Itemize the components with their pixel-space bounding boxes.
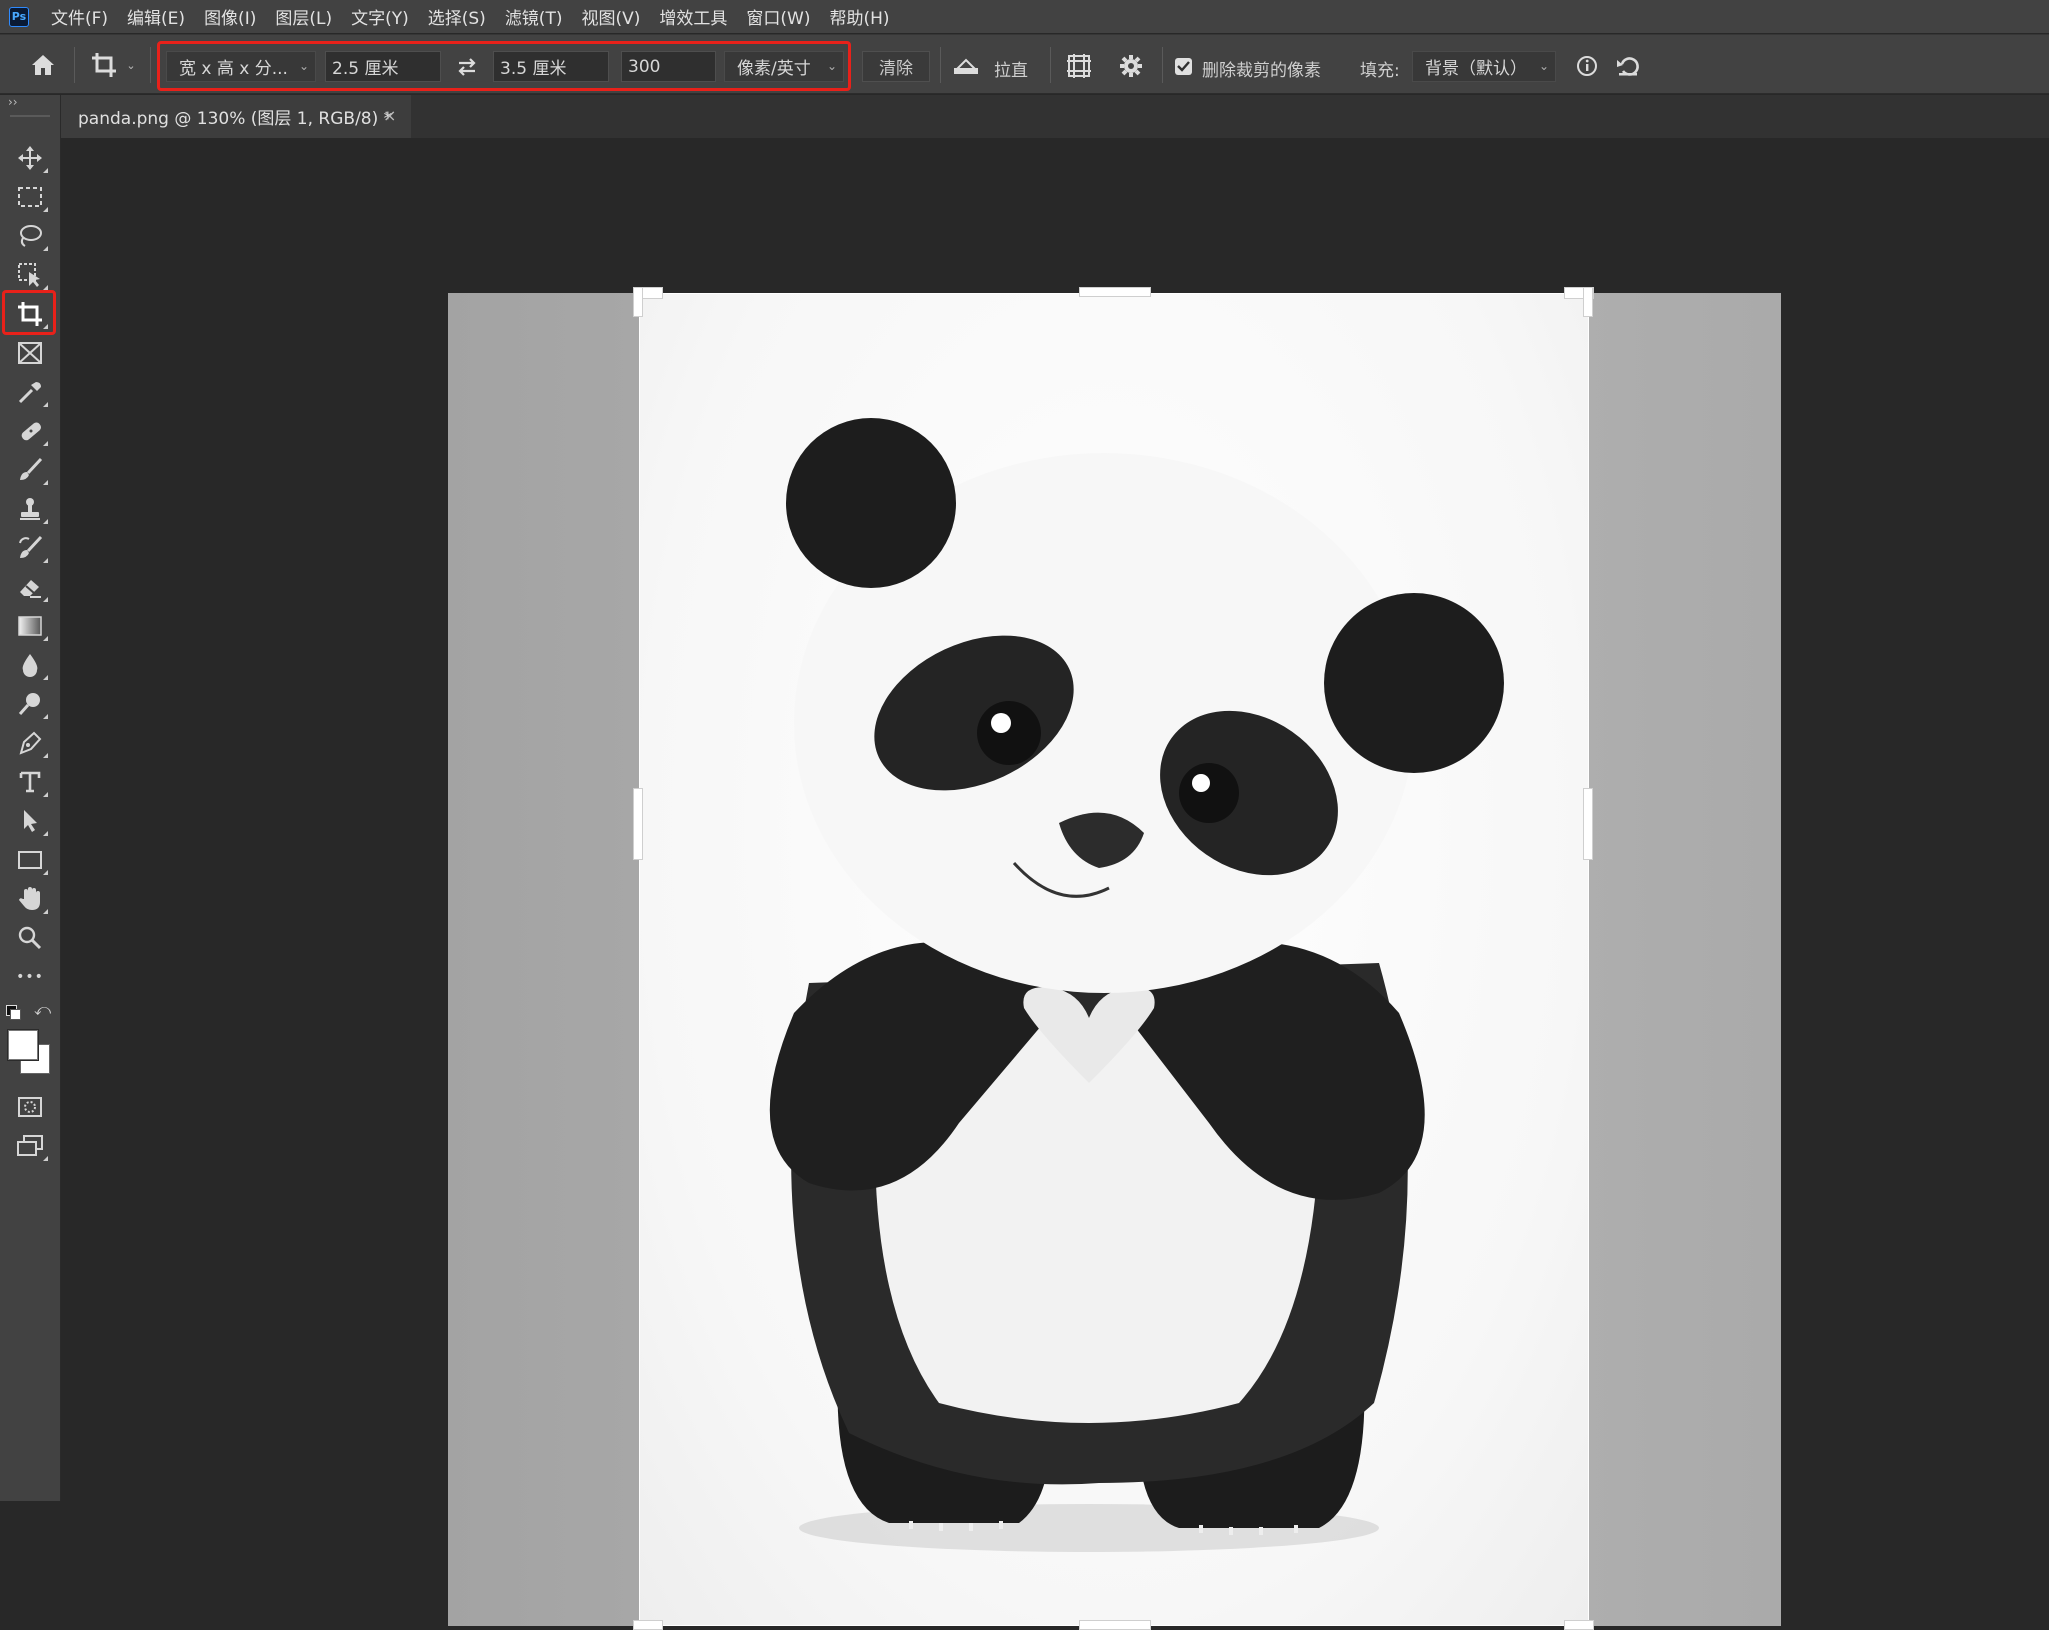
crop-handle-top-right-vertical[interactable] — [1583, 287, 1593, 317]
chevron-down-icon: ⌄ — [298, 59, 309, 73]
fill-label: 填充: — [1360, 61, 1400, 81]
document-tab[interactable]: panda.png @ 130% (图层 1, RGB/8) * × — [61, 95, 411, 138]
settings-icon[interactable] — [1114, 49, 1148, 83]
foreground-color-swatch[interactable] — [8, 1030, 38, 1060]
swap-colors-icon[interactable]: ⤺ — [34, 1000, 51, 1020]
chevron-down-icon: ⌄ — [126, 58, 136, 72]
options-bar: ⌄ 宽 x 高 x 分... ⌄ 2.5 厘米 3.5 厘米 300 像素/英寸… — [0, 34, 2049, 94]
menu-select[interactable]: 选择(S) — [428, 4, 486, 29]
brush-tool-icon[interactable] — [12, 455, 48, 485]
crop-tool-preset-picker[interactable]: ⌄ — [86, 49, 140, 81]
pen-tool-icon[interactable] — [12, 728, 48, 758]
toolbar-grip[interactable] — [10, 115, 50, 117]
tools-panel: ›› ••• ⤺ — [0, 95, 61, 1501]
default-colors-icon[interactable] — [6, 1005, 21, 1020]
move-tool-icon[interactable] — [12, 143, 48, 173]
menu-filter[interactable]: 滤镜(T) — [505, 4, 563, 29]
history-brush-tool-icon[interactable] — [12, 533, 48, 563]
menu-layer[interactable]: 图层(L) — [275, 4, 332, 29]
quick-mask-icon[interactable] — [12, 1092, 48, 1122]
crop-handle-top-center[interactable] — [1079, 287, 1151, 297]
crop-height-input[interactable]: 3.5 厘米 — [493, 51, 609, 82]
frame-tool-icon[interactable] — [12, 338, 48, 368]
zoom-tool-icon[interactable] — [12, 923, 48, 953]
reset-icon[interactable] — [1612, 51, 1644, 81]
path-selection-tool-icon[interactable] — [12, 806, 48, 836]
marquee-tool-icon[interactable] — [12, 182, 48, 212]
straighten-icon[interactable] — [950, 49, 982, 81]
ratio-preset-value: 宽 x 高 x 分... — [179, 59, 288, 79]
home-icon[interactable] — [26, 49, 60, 81]
gradient-tool-icon[interactable] — [12, 611, 48, 641]
collapse-panel-icon[interactable]: ›› — [8, 95, 18, 109]
chevron-down-icon: ⌄ — [1538, 59, 1549, 73]
info-icon[interactable] — [1572, 51, 1602, 81]
resolution-unit-value: 像素/英寸 — [737, 59, 811, 79]
menu-file[interactable]: 文件(F) — [51, 4, 108, 29]
menu-edit[interactable]: 编辑(E) — [127, 4, 185, 29]
dodge-tool-icon[interactable] — [12, 689, 48, 719]
menu-window[interactable]: 窗口(W) — [746, 4, 810, 29]
delete-cropped-checkbox[interactable] — [1175, 58, 1192, 75]
rectangle-tool-icon[interactable] — [12, 845, 48, 875]
menu-image[interactable]: 图像(I) — [204, 4, 256, 29]
fill-dropdown[interactable]: 背景（默认） ⌄ — [1412, 51, 1556, 82]
eyedropper-tool-icon[interactable] — [12, 377, 48, 407]
healing-brush-tool-icon[interactable] — [12, 416, 48, 446]
lasso-tool-icon[interactable] — [12, 221, 48, 251]
menu-bar: Ps 文件(F) 编辑(E) 图像(I) 图层(L) 文字(Y) 选择(S) 滤… — [0, 0, 2049, 33]
resolution-unit-dropdown[interactable]: 像素/英寸 ⌄ — [724, 51, 844, 82]
menu-type[interactable]: 文字(Y) — [351, 4, 409, 29]
document-tab-title: panda.png @ 130% (图层 1, RGB/8) * — [78, 109, 393, 129]
close-icon[interactable]: × — [383, 106, 396, 125]
clone-stamp-tool-icon[interactable] — [12, 494, 48, 524]
grid-overlay-icon[interactable] — [1062, 49, 1096, 83]
crop-tool-icon — [92, 53, 117, 77]
resolution-input[interactable]: 300 — [621, 51, 716, 82]
crop-handle-bottom-center[interactable] — [1079, 1620, 1151, 1630]
blur-tool-icon[interactable] — [12, 650, 48, 680]
eraser-tool-icon[interactable] — [12, 572, 48, 602]
checkmark-icon — [1177, 61, 1190, 72]
crop-area[interactable] — [639, 293, 1589, 1626]
canvas-area[interactable] — [62, 138, 2049, 1630]
hand-tool-icon[interactable] — [12, 884, 48, 914]
swap-icon[interactable] — [451, 51, 483, 82]
straighten-label[interactable]: 拉直 — [994, 56, 1028, 81]
more-tools-icon[interactable]: ••• — [12, 962, 48, 992]
crop-handle-left-center[interactable] — [633, 788, 643, 860]
clear-button[interactable]: 清除 — [862, 51, 930, 82]
photoshop-logo: Ps — [9, 6, 29, 27]
crop-handle-top-left-vertical[interactable] — [633, 287, 643, 317]
fill-value: 背景（默认） — [1425, 59, 1527, 79]
menu-view[interactable]: 视图(V) — [581, 4, 640, 29]
crop-handle-bottom-right[interactable] — [1564, 1620, 1594, 1630]
document-tab-bar: panda.png @ 130% (图层 1, RGB/8) * × — [61, 95, 2049, 138]
delete-cropped-label[interactable]: 删除裁剪的像素 — [1202, 56, 1321, 81]
screen-mode-icon[interactable] — [12, 1131, 48, 1161]
chevron-down-icon: ⌄ — [826, 59, 837, 73]
menu-plugins[interactable]: 增效工具 — [659, 4, 727, 29]
crop-width-input[interactable]: 2.5 厘米 — [325, 51, 441, 82]
object-selection-tool-icon[interactable] — [12, 260, 48, 290]
type-tool-icon[interactable] — [12, 767, 48, 797]
crop-handle-right-center[interactable] — [1583, 788, 1593, 860]
crop-tool-icon[interactable] — [12, 299, 48, 329]
ratio-preset-dropdown[interactable]: 宽 x 高 x 分... ⌄ — [166, 51, 316, 82]
panda-image — [769, 418, 1504, 1552]
menu-help[interactable]: 帮助(H) — [829, 4, 889, 29]
crop-handle-bottom-left[interactable] — [633, 1620, 663, 1630]
